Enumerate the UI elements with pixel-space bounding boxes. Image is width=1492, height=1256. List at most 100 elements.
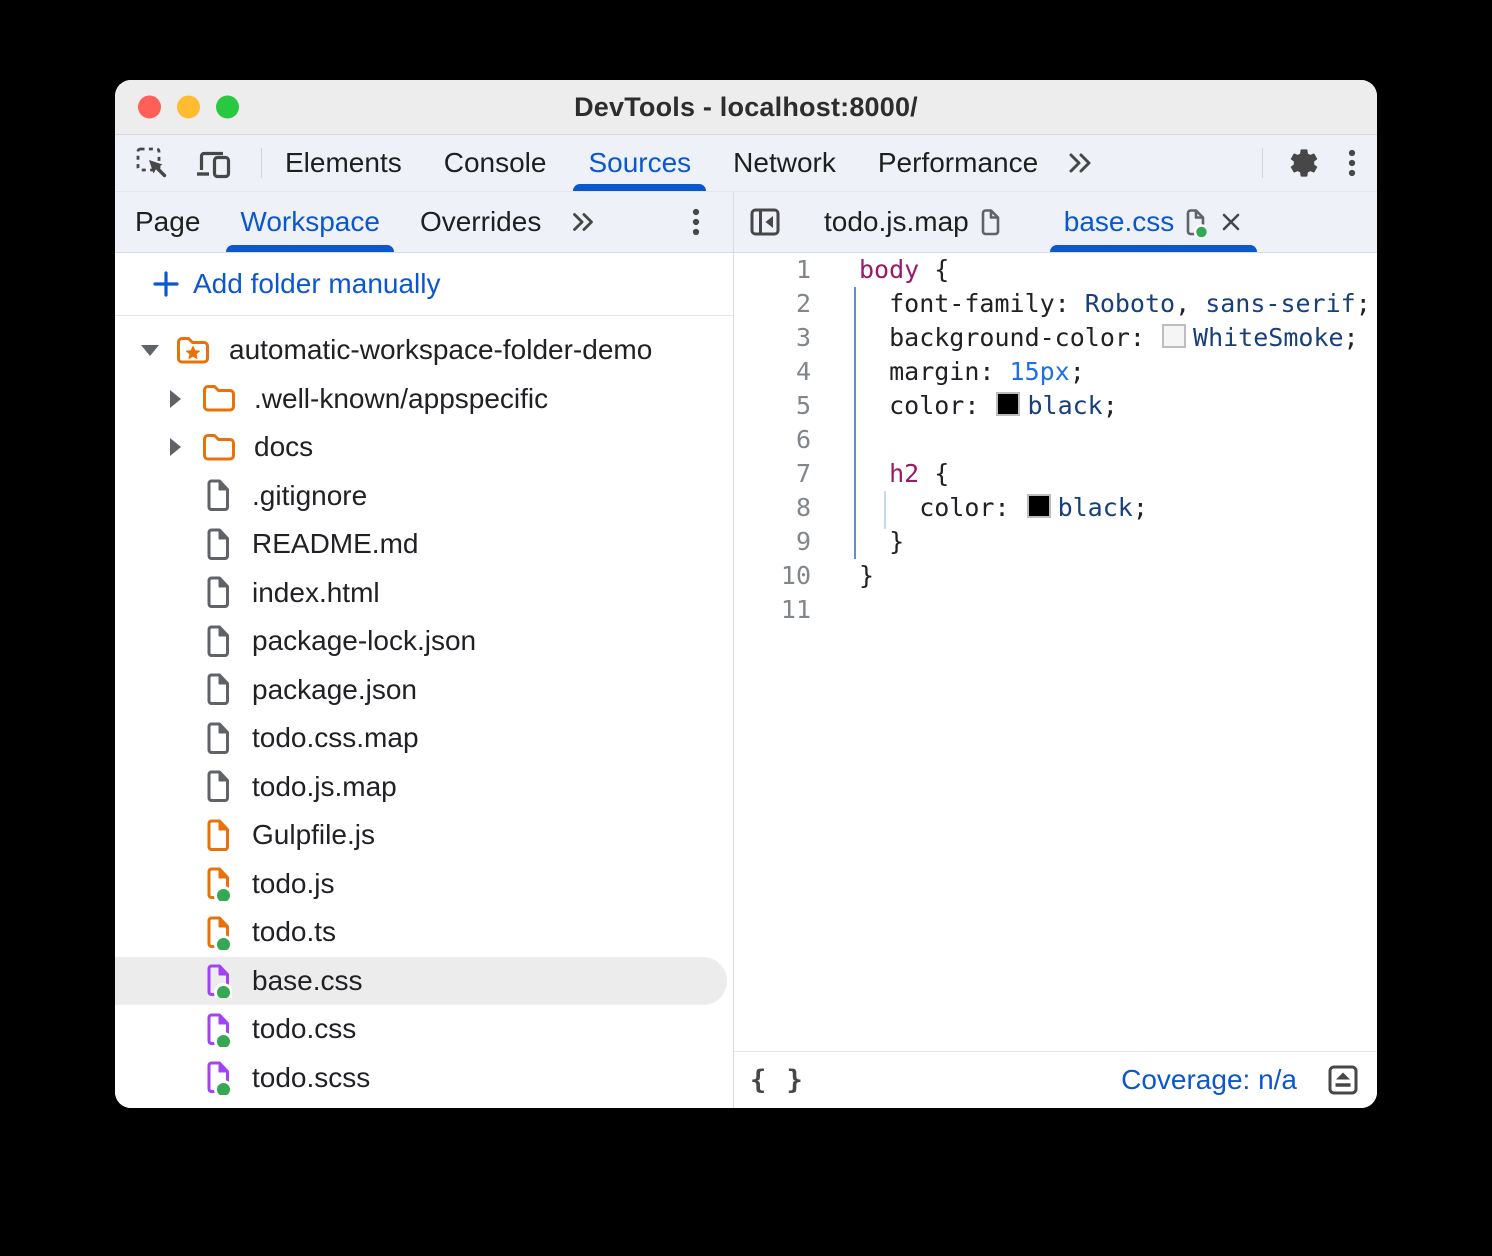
editor-tab-label: todo.js.map <box>824 206 969 238</box>
minimize-button[interactable] <box>177 96 200 119</box>
close-tab-icon[interactable] <box>1219 210 1243 234</box>
toolbar-tab-performance[interactable]: Performance <box>857 135 1059 191</box>
folder-icon <box>201 383 237 414</box>
toolbar-tab-sources[interactable]: Sources <box>567 135 712 191</box>
sidebar-tab-label: Overrides <box>420 206 541 238</box>
tree-item-label: .gitignore <box>252 480 367 512</box>
document-icon <box>1184 208 1207 237</box>
navigator-panel: Add folder manually automatic-workspace-… <box>115 253 733 1108</box>
document-icon <box>979 208 1002 237</box>
toggle-drawer-icon[interactable] <box>1325 1062 1361 1098</box>
panel-tabs: Elements Console Sources Network Performance <box>264 135 1059 191</box>
line-number: 9 <box>734 525 811 559</box>
color-swatch[interactable] <box>996 392 1020 416</box>
file-icon <box>204 769 232 804</box>
file-icon <box>204 672 232 707</box>
sidebar-tab-workspace[interactable]: Workspace <box>220 192 400 252</box>
code-line-2: 2 font-family: Roboto, sans-serif; <box>734 287 1377 321</box>
tree-item-automatic-workspace-folder-demo[interactable]: automatic-workspace-folder-demo <box>115 326 733 375</box>
tree-item-label: docs <box>254 431 313 463</box>
editor-tab-todo-js-map[interactable]: todo.js.map <box>808 192 1018 252</box>
tree-item-label: todo.js <box>252 868 335 900</box>
editor-panel: 1body {2 font-family: Roboto, sans-serif… <box>733 253 1377 1108</box>
tree-item-label: todo.js.map <box>252 771 397 803</box>
window-title: DevTools - localhost:8000/ <box>574 92 918 123</box>
add-folder-button[interactable]: Add folder manually <box>115 253 733 316</box>
more-sidebar-tabs-icon[interactable] <box>567 192 599 252</box>
caret-right-icon[interactable] <box>170 390 181 408</box>
active-tab-underline <box>1050 245 1258 252</box>
code-line-10: 10} <box>734 559 1377 593</box>
content-area: Add folder manually automatic-workspace-… <box>115 253 1377 1108</box>
editor-tab-base-css[interactable]: base.css <box>1048 192 1260 252</box>
more-panels-icon[interactable] <box>1063 135 1097 191</box>
tree-item-docs[interactable]: docs <box>115 423 733 472</box>
tree-item-todo-js[interactable]: todo.js <box>115 860 733 909</box>
indent-guide <box>854 287 856 559</box>
toolbar-tab-label: Console <box>444 147 547 179</box>
tree-item-index-html[interactable]: index.html <box>115 569 733 618</box>
hide-navigator-icon[interactable] <box>734 192 782 252</box>
settings-gear-icon[interactable] <box>1287 146 1321 180</box>
pretty-print-icon[interactable]: { } <box>750 1065 805 1096</box>
file-icon <box>204 527 232 562</box>
editor-tab-label: base.css <box>1064 206 1175 238</box>
title-bar: DevTools - localhost:8000/ <box>115 80 1377 135</box>
tree-item-package-json[interactable]: package.json <box>115 666 733 715</box>
tree-item-todo-css-map[interactable]: todo.css.map <box>115 714 733 763</box>
zoom-button[interactable] <box>216 96 239 119</box>
sources-sidebar-tabs: Page Workspace Overrides <box>115 192 733 252</box>
tree-item-todo-scss[interactable]: todo.scss <box>115 1054 733 1103</box>
tree-item-todo-css[interactable]: todo.css <box>115 1005 733 1054</box>
sidebar-tab-label: Page <box>135 206 200 238</box>
tree-item-label: README.md <box>252 528 418 560</box>
toolbar-tab-network[interactable]: Network <box>712 135 857 191</box>
sidebar-tab-page[interactable]: Page <box>115 192 220 252</box>
sidebar-kebab-menu-icon[interactable] <box>689 192 703 252</box>
add-folder-label: Add folder manually <box>193 268 440 300</box>
close-button[interactable] <box>138 96 161 119</box>
file-icon <box>204 1060 232 1095</box>
file-icon <box>204 1012 232 1047</box>
caret-right-icon[interactable] <box>170 438 181 456</box>
code-editor[interactable]: 1body {2 font-family: Roboto, sans-serif… <box>734 253 1377 1051</box>
folder-icon <box>201 432 237 463</box>
traffic-lights <box>138 96 239 119</box>
tree-item-todo-js-map[interactable]: todo.js.map <box>115 763 733 812</box>
file-icon <box>204 478 232 513</box>
toolbar-tab-label: Sources <box>588 147 691 179</box>
tree-item-label: base.css <box>252 965 363 997</box>
line-number: 10 <box>734 559 811 593</box>
panels-header: Page Workspace Overrides todo.js.map <box>115 192 1377 253</box>
coverage-link[interactable]: Coverage: n/a <box>1121 1064 1297 1096</box>
file-icon <box>204 721 232 756</box>
toolbar-tab-elements[interactable]: Elements <box>264 135 423 191</box>
code-line-4: 4 margin: 15px; <box>734 355 1377 389</box>
file-icon <box>204 624 232 659</box>
tree-item-gitignore[interactable]: .gitignore <box>115 472 733 521</box>
code-line-6: 6 <box>734 423 1377 457</box>
toolbar-tab-console[interactable]: Console <box>423 135 568 191</box>
device-toolbar-icon[interactable] <box>195 147 233 179</box>
caret-down-icon[interactable] <box>141 345 159 356</box>
tree-item-well-known-appspecific[interactable]: .well-known/appspecific <box>115 375 733 424</box>
tree-item-label: package-lock.json <box>252 625 476 657</box>
kebab-menu-icon[interactable] <box>1345 146 1359 180</box>
tree-item-label: index.html <box>252 577 380 609</box>
plus-icon <box>151 269 181 299</box>
file-icon <box>204 963 232 998</box>
tree-item-gulpfile-js[interactable]: Gulpfile.js <box>115 811 733 860</box>
active-tab-underline <box>226 245 394 252</box>
color-swatch[interactable] <box>1162 324 1186 348</box>
color-swatch[interactable] <box>1027 494 1051 518</box>
line-number: 4 <box>734 355 811 389</box>
tree-item-package-lock-json[interactable]: package-lock.json <box>115 617 733 666</box>
toolbar-tab-label: Network <box>733 147 836 179</box>
tree-item-todo-ts[interactable]: todo.ts <box>115 908 733 957</box>
tree-item-base-css[interactable]: base.css <box>115 957 727 1006</box>
editor-tab-bar: todo.js.map base.css <box>733 192 1377 252</box>
tree-item-label: automatic-workspace-folder-demo <box>229 334 652 366</box>
tree-item-readme-md[interactable]: README.md <box>115 520 733 569</box>
inspect-element-icon[interactable] <box>135 146 169 180</box>
sidebar-tab-overrides[interactable]: Overrides <box>400 192 561 252</box>
